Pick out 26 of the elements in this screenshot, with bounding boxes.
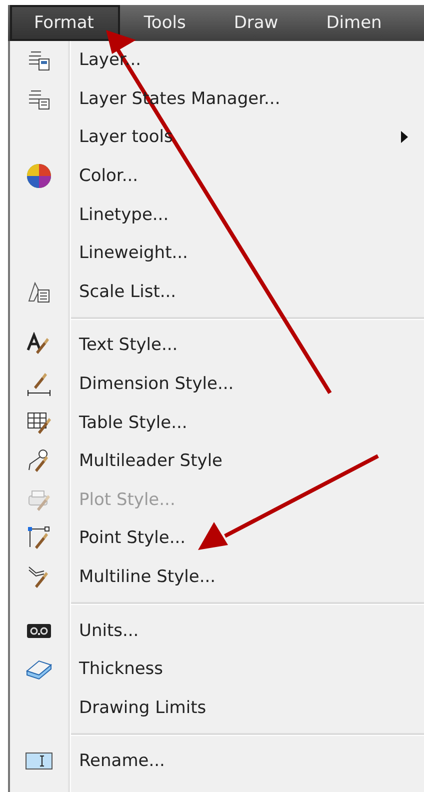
menu-item[interactable]: Text Style... [79,335,178,356]
rename-field-icon [25,752,53,770]
menu-bar-item[interactable]: Format [10,5,120,41]
menu-item[interactable]: Multiline Style... [79,567,216,588]
units-icon [26,622,52,639]
menu-item[interactable]: Rename... [79,751,165,772]
menu-item[interactable]: Point Style... [79,528,186,548]
menu-item[interactable]: Multileader Style [79,451,222,472]
menu-item[interactable]: Units... [79,620,139,641]
color-wheel-icon [25,162,53,190]
menu-bar-item[interactable]: Dimen [302,5,382,41]
menu-item[interactable]: Layer tools [79,127,173,148]
menu-item[interactable]: Color... [79,166,138,186]
menu-item[interactable]: Lineweight... [79,243,188,264]
menu-item[interactable]: Scale List... [79,282,176,302]
menu-item[interactable]: Drawing Limits [79,698,206,718]
table-style-icon [26,410,52,436]
point-style-icon [26,525,52,552]
dimension-style-icon [26,371,52,398]
menu-bar-item[interactable]: Draw [210,5,302,41]
menu-item[interactable]: Linetype... [79,204,169,225]
menu-item[interactable]: Thickness [79,659,164,680]
menu-item[interactable]: Dimension Style... [79,374,234,394]
menu-bar-item[interactable]: Tools [120,5,210,41]
menu-item[interactable]: Table Style... [79,412,188,433]
submenu-arrow-icon [400,131,408,144]
